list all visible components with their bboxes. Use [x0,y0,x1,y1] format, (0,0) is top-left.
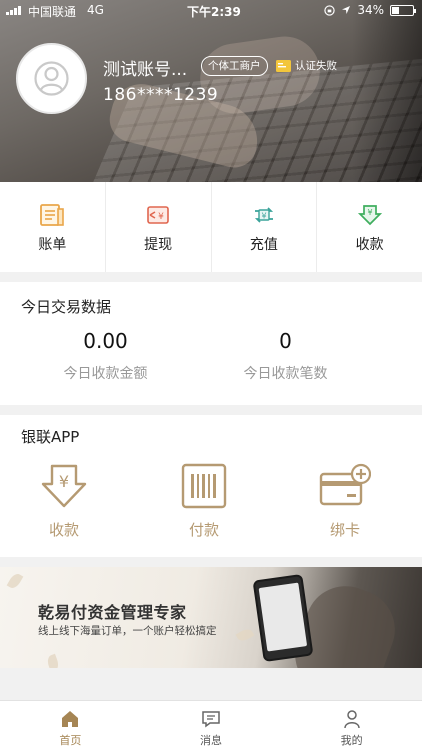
quick-action-label: 提现 [144,237,173,253]
quick-action-label: 收款 [355,237,384,253]
message-icon [202,711,220,728]
cert-status-label: 认证失败 [295,60,337,72]
receive-arrow-icon: ¥ [41,464,87,508]
bind-card-icon [319,463,372,506]
today-trade-panel: 今日交易数据 0.00 今日收款金额 0 今日收款笔数 [0,282,422,405]
tab-label: 我的 [340,734,363,747]
user-avatar-icon [34,61,69,96]
unionpay-bind-card[interactable]: 绑卡 [295,463,395,540]
leaf-decoration [6,571,24,591]
section-title: 银联APP [21,428,80,446]
tab-messages[interactable]: 消息 [141,701,282,750]
tab-bar: 首页 消息 我的 [0,700,422,750]
tab-home[interactable]: 首页 [0,701,141,750]
recharge-icon: ¥ [254,207,273,223]
account-name: 测试账号... [103,60,188,80]
unionpay-item-label: 收款 [48,521,79,539]
battery-icon [390,4,416,16]
promo-banner[interactable]: 乾易付资金管理专家 线上线下海量订单，一个账户轻松搞定 [0,567,422,668]
svg-text:¥: ¥ [59,472,69,491]
account-type-badge: 个体工商户 [201,56,268,76]
network-type: 4G [87,3,104,17]
tab-mine[interactable]: 我的 [281,701,422,750]
carrier: 中国联通 [28,5,77,19]
cert-status[interactable]: 认证失败 [276,58,337,73]
avatar[interactable] [16,43,87,114]
unionpay-pay[interactable]: 付款 [154,463,254,540]
bill-icon [40,204,65,226]
id-card-icon [276,59,291,72]
today-count[interactable]: 0 今日收款笔数 [180,329,391,383]
unionpay-panel: 银联APP ¥ 收款 付款 绑卡 [0,415,422,557]
svg-text:¥: ¥ [261,212,266,221]
today-count-value: 0 [279,329,292,353]
leaf-decoration [45,653,61,668]
unionpay-item-label: 付款 [188,521,219,539]
tab-label: 消息 [200,734,222,747]
quick-action-recharge[interactable]: ¥ 充值 [212,182,318,272]
section-title: 今日交易数据 [21,298,112,316]
banner-phone-photo [252,573,314,663]
quick-actions: 账单 ¥ 提现 ¥ 充值 ¥ 收款 [0,182,422,272]
quick-action-label: 账单 [38,237,67,253]
leaf-decoration [235,626,255,644]
svg-text:¥: ¥ [367,208,372,217]
quick-action-bill[interactable]: 账单 [0,182,106,272]
header-shade [352,0,422,182]
lock-rotation-icon [324,4,336,16]
home-icon [62,711,79,727]
quick-action-label: 充值 [249,237,278,253]
svg-text:¥: ¥ [158,212,164,222]
unionpay-item-label: 绑卡 [329,521,360,539]
quick-action-withdraw[interactable]: ¥ 提现 [106,182,212,272]
tab-label: 首页 [59,734,82,747]
phone-number: 186****1239 [103,85,219,105]
signal-icon [6,6,21,15]
banner-subtitle: 线上线下海量订单，一个账户轻松搞定 [38,625,217,637]
clock: 下午2:39 [187,5,241,19]
banner-title: 乾易付资金管理专家 [38,603,187,622]
barcode-icon [181,463,227,509]
quick-action-receive[interactable]: ¥ 收款 [317,182,422,272]
status-bar: 中国联通 4G 下午2:39 34% [0,0,422,22]
today-count-label: 今日收款笔数 [243,366,328,382]
unionpay-receive[interactable]: ¥ 收款 [14,463,114,540]
withdraw-icon: ¥ [147,206,169,224]
location-icon [342,6,351,14]
user-icon [343,710,360,729]
battery-percent: 34% [357,3,384,17]
receive-icon: ¥ [357,205,382,226]
profile-header: 中国联通 4G 下午2:39 34% 测试账号... 个体工商户 认证失败 18… [0,0,422,182]
